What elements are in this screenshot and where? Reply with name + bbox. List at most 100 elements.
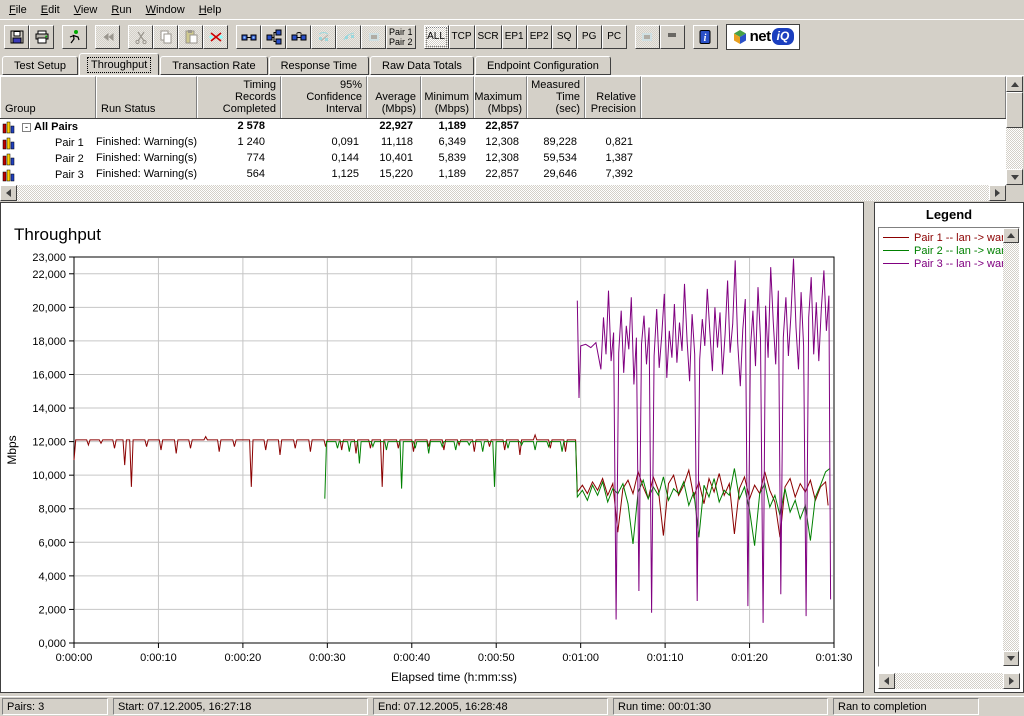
filter-tcp-button[interactable]: TCP bbox=[449, 25, 475, 49]
filter-pc-button[interactable]: PC bbox=[602, 25, 627, 49]
grid-scroll-track[interactable] bbox=[1006, 128, 1023, 169]
legend-horizontal-scrollbar[interactable] bbox=[878, 673, 1020, 689]
tab-raw-data-totals[interactable]: Raw Data Totals bbox=[370, 56, 474, 75]
filter-all-label: ALL bbox=[427, 32, 445, 42]
table-row-pair-2[interactable]: Pair 2Finished: Warning(s)7740,14410,401… bbox=[0, 151, 1006, 167]
results-grid: GroupRun StatusTiming Records Completed9… bbox=[0, 75, 1024, 200]
filter-ep1-label: EP1 bbox=[505, 32, 524, 42]
details-view-button[interactable] bbox=[660, 25, 685, 49]
run-test-button[interactable] bbox=[62, 25, 87, 49]
about-info-button[interactable]: i bbox=[693, 25, 718, 49]
filter-scr-button[interactable]: SCR bbox=[475, 25, 502, 49]
copy-icon bbox=[158, 29, 174, 45]
filter-ep1-button[interactable]: EP1 bbox=[502, 25, 527, 49]
legend-scroll-up-arrow-icon[interactable] bbox=[1003, 228, 1019, 243]
print-icon bbox=[34, 29, 50, 45]
svg-text:0:01:30: 0:01:30 bbox=[816, 652, 853, 664]
menu-window[interactable]: Window bbox=[139, 2, 192, 18]
grid-vertical-scrollbar[interactable] bbox=[1006, 76, 1023, 185]
swap-pair-button[interactable]: Pair 1 Pair 2 bbox=[386, 25, 416, 49]
legend-panel: Legend Pair 1 -- lan -> wanPair 2 -- lan… bbox=[874, 202, 1024, 693]
add-pair-button[interactable] bbox=[236, 25, 261, 49]
panel-splitter[interactable] bbox=[866, 202, 874, 693]
add-pair-icon bbox=[241, 29, 257, 45]
filler-cell bbox=[641, 135, 1006, 151]
tab-throughput[interactable]: Throughput bbox=[79, 53, 159, 75]
legend-entry-pair-1[interactable]: Pair 1 -- lan -> wan bbox=[881, 231, 1017, 244]
menu-file[interactable]: File bbox=[2, 2, 34, 18]
replicate-pair-button bbox=[336, 25, 361, 49]
print-button[interactable] bbox=[29, 25, 54, 49]
legend-hscroll-track[interactable] bbox=[895, 673, 1003, 689]
tab-test-setup[interactable]: Test Setup bbox=[2, 56, 78, 75]
menu-run[interactable]: Run bbox=[104, 2, 138, 18]
svg-text:0:01:10: 0:01:10 bbox=[647, 652, 684, 664]
value-cell: 564 bbox=[197, 167, 281, 183]
legend-scroll-right-arrow-icon[interactable] bbox=[1003, 673, 1020, 689]
value-cell: 2 578 bbox=[197, 119, 281, 135]
tab-response-time[interactable]: Response Time bbox=[269, 56, 369, 75]
table-row-pair-1[interactable]: Pair 1Finished: Warning(s)1 2400,09111,1… bbox=[0, 135, 1006, 151]
grid-scroll-thumb[interactable] bbox=[1006, 92, 1023, 128]
svg-text:18,000: 18,000 bbox=[32, 336, 66, 348]
grid-scroll-down-arrow-icon[interactable] bbox=[1006, 169, 1023, 185]
svg-text:0:01:20: 0:01:20 bbox=[731, 652, 768, 664]
tab-label: Response Time bbox=[277, 58, 361, 74]
svg-text:16,000: 16,000 bbox=[32, 369, 66, 381]
grid-scroll-right-arrow-icon[interactable] bbox=[989, 185, 1006, 201]
grid-scroll-up-arrow-icon[interactable] bbox=[1006, 76, 1023, 92]
svg-text:0:00:30: 0:00:30 bbox=[309, 652, 346, 664]
svg-text:0:00:10: 0:00:10 bbox=[140, 652, 177, 664]
legend-scroll-left-arrow-icon[interactable] bbox=[878, 673, 895, 689]
filter-all-button[interactable]: ALL bbox=[424, 25, 449, 49]
add-multi-pair-button[interactable] bbox=[261, 25, 286, 49]
value-cell bbox=[527, 119, 585, 135]
table-row-all-pairs[interactable]: -All Pairs2 57822,9271,18922,857 bbox=[0, 119, 1006, 135]
table-row-pair-3[interactable]: Pair 3Finished: Warning(s)5641,12515,220… bbox=[0, 167, 1006, 183]
grid-scrollbar-corner bbox=[1006, 185, 1024, 201]
value-cell: 29,646 bbox=[527, 167, 585, 183]
x-axis-labels: 0:00:000:00:100:00:200:00:300:00:400:00:… bbox=[56, 652, 853, 664]
tab-endpoint-configuration[interactable]: Endpoint Configuration bbox=[475, 56, 611, 75]
svg-text:0:00:00: 0:00:00 bbox=[56, 652, 93, 664]
copy-button bbox=[153, 25, 178, 49]
menu-help[interactable]: Help bbox=[192, 2, 229, 18]
group-pairs-icon bbox=[366, 29, 382, 45]
pair-chart-icon bbox=[2, 169, 15, 182]
tab-transaction-rate[interactable]: Transaction Rate bbox=[160, 56, 267, 75]
menu-view[interactable]: View bbox=[67, 2, 105, 18]
group-cell: -All Pairs bbox=[0, 119, 96, 135]
column-header-5: Minimum (Mbps) bbox=[421, 76, 474, 118]
menu-bar: FileEditViewRunWindowHelp bbox=[0, 0, 1024, 19]
grid-horizontal-scrollbar[interactable] bbox=[0, 185, 1006, 201]
legend-entry-pair-3[interactable]: Pair 3 -- lan -> wan bbox=[881, 257, 1017, 270]
value-cell: 12,308 bbox=[474, 151, 527, 167]
legend-entries: Pair 1 -- lan -> wanPair 2 -- lan -> wan… bbox=[879, 228, 1019, 270]
grid-header-row: GroupRun StatusTiming Records Completed9… bbox=[0, 76, 1006, 119]
save-button[interactable] bbox=[4, 25, 29, 49]
svg-text:14,000: 14,000 bbox=[32, 403, 66, 415]
legend-scroll-down-arrow-icon[interactable] bbox=[1003, 651, 1019, 666]
column-header-3: 95% Confidence Interval bbox=[281, 76, 367, 118]
series-line-pair-1 bbox=[74, 435, 828, 537]
run-status-cell: Finished: Warning(s) bbox=[96, 167, 197, 183]
value-cell: 1,125 bbox=[281, 167, 367, 183]
legend-vscroll-track[interactable] bbox=[1003, 243, 1019, 651]
collapse-toggle-icon[interactable]: - bbox=[22, 123, 31, 132]
tab-label: Transaction Rate bbox=[168, 58, 259, 74]
series-line-pair-3 bbox=[577, 259, 830, 623]
filter-ep2-button[interactable]: EP2 bbox=[527, 25, 552, 49]
toolbar-group-edit bbox=[128, 25, 228, 49]
svg-text:6,000: 6,000 bbox=[38, 537, 66, 549]
legend-entry-pair-2[interactable]: Pair 2 -- lan -> wan bbox=[881, 244, 1017, 257]
legend-vertical-scrollbar[interactable] bbox=[1003, 228, 1019, 666]
add-voip-pair-button[interactable] bbox=[286, 25, 311, 49]
filter-sq-button[interactable]: SQ bbox=[552, 25, 577, 49]
filler-cell bbox=[641, 167, 1006, 183]
tab-label: Raw Data Totals bbox=[378, 58, 466, 74]
grid-hscroll-track[interactable] bbox=[17, 185, 989, 201]
status-field-4: Ran to completion bbox=[833, 698, 979, 715]
grid-scroll-left-arrow-icon[interactable] bbox=[0, 185, 17, 201]
menu-edit[interactable]: Edit bbox=[34, 2, 67, 18]
filter-pg-button[interactable]: PG bbox=[577, 25, 602, 49]
